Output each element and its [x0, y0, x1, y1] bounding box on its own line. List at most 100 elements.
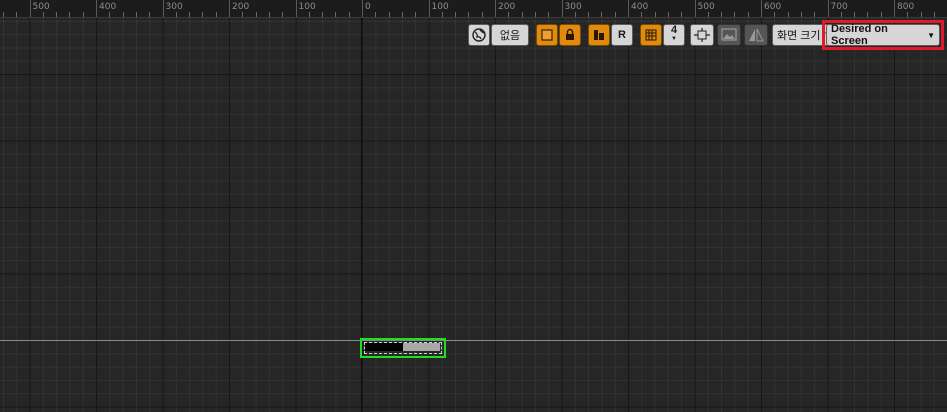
ruler-minor-tick [16, 12, 18, 17]
flip-rtl-button[interactable] [744, 23, 768, 46]
ruler-label: 400 [99, 2, 117, 12]
ruler-minor-tick [854, 12, 856, 17]
ruler-minor-tick [734, 12, 736, 17]
lock-button[interactable] [559, 23, 581, 46]
ruler-major-tick [295, 0, 297, 17]
ruler-minor-tick [242, 12, 244, 17]
horizontal-origin-axis [0, 340, 947, 341]
ruler-minor-tick [255, 12, 257, 17]
ruler-minor-tick [707, 12, 709, 17]
ruler-minor-tick [82, 12, 84, 17]
ruler-minor-tick [787, 12, 789, 17]
respect-locks-button[interactable] [536, 23, 558, 46]
ruler-minor-tick [215, 12, 217, 17]
globe-icon [472, 27, 486, 42]
highlight-frame [822, 20, 944, 50]
culture-none-button[interactable]: 없음 [491, 23, 529, 46]
grid-icon [645, 29, 657, 40]
ruler-minor-tick [588, 12, 590, 17]
ruler-major-tick [162, 0, 164, 17]
ruler-minor-tick [880, 12, 882, 17]
ruler-minor-tick [721, 12, 723, 17]
lock-icon [566, 28, 574, 40]
zoom-to-fit-button[interactable] [690, 23, 714, 46]
ruler-major-tick [362, 0, 363, 17]
ruler-label: 700 [830, 2, 848, 12]
ruler-minor-tick [468, 12, 470, 17]
ruler-label: 300 [165, 2, 183, 12]
fit-arrows-icon [694, 27, 710, 42]
mirror-icon [749, 28, 764, 41]
ruler-minor-tick [455, 12, 457, 17]
ruler-major-tick [694, 0, 696, 17]
ruler-minor-tick [375, 12, 377, 17]
ruler-minor-tick [867, 12, 869, 17]
ruler-minor-tick [401, 12, 403, 17]
ruler-minor-tick [415, 12, 417, 17]
ruler-major-tick [29, 0, 31, 17]
ruler-minor-tick [548, 12, 550, 17]
ruler-major-tick [761, 0, 762, 17]
ruler-minor-tick [335, 12, 337, 17]
ruler-minor-tick [308, 12, 310, 17]
progress-background [403, 343, 440, 351]
screen-size-label: 화면 크기 [777, 29, 821, 42]
image-icon [721, 28, 737, 41]
grid-snap-toggle[interactable] [640, 23, 662, 46]
grid-snap-group: 4 ▼ [640, 23, 685, 46]
ruler-major-tick [827, 0, 829, 17]
ruler-minor-tick [907, 12, 909, 17]
local-transform-button[interactable] [588, 23, 610, 46]
chevron-down-icon: ▼ [671, 35, 677, 42]
ruler-major-tick [628, 0, 629, 17]
ruler-minor-tick [56, 12, 58, 17]
ruler-minor-tick [268, 12, 270, 17]
localization-group: 없음 [468, 23, 529, 46]
ruler-minor-tick [348, 12, 350, 17]
ruler-minor-tick [69, 12, 71, 17]
ruler-label: 100 [431, 2, 449, 12]
design-canvas[interactable] [0, 18, 947, 412]
ruler-label: 200 [232, 2, 250, 12]
ruler-label: 600 [764, 2, 782, 12]
ruler-minor-tick [189, 12, 191, 17]
ruler-minor-tick [149, 12, 151, 17]
localization-button[interactable] [468, 23, 490, 46]
ruler-label: 800 [897, 2, 915, 12]
ruler-minor-tick [2, 12, 4, 17]
ruler-minor-tick [681, 12, 683, 17]
ruler-label: 500 [697, 2, 715, 12]
ruler-minor-tick [814, 12, 816, 17]
box-select-icon [541, 28, 553, 41]
ruler-label: 100 [298, 2, 316, 12]
transform-icon [594, 29, 604, 40]
ruler-minor-tick [933, 12, 935, 17]
ruler-minor-tick [481, 12, 483, 17]
ruler-label: 300 [564, 2, 582, 12]
ruler-label: 200 [498, 2, 516, 12]
ruler-minor-tick [920, 12, 922, 17]
background-image-button[interactable] [717, 23, 741, 46]
grid-snap-value-dropdown[interactable]: 4 ▼ [663, 23, 685, 46]
ruler-minor-tick [122, 12, 124, 17]
ruler-label: 500 [32, 2, 50, 12]
ruler-minor-tick [614, 12, 616, 17]
reset-r-button[interactable]: R [611, 23, 633, 46]
progress-bar-widget[interactable] [360, 338, 446, 358]
ruler-minor-tick [42, 12, 44, 17]
designer-toolbar: 없음 R 4 ▼ 화면 크기 [468, 23, 837, 46]
ruler-minor-tick [175, 12, 177, 17]
ruler-major-tick [561, 0, 563, 17]
ruler-minor-tick [441, 12, 443, 17]
ruler-minor-tick [654, 12, 656, 17]
transform-group: R [588, 23, 633, 46]
ruler-major-tick [96, 0, 97, 17]
ruler-major-tick [894, 0, 895, 17]
ruler-minor-tick [747, 12, 749, 17]
ruler-minor-tick [800, 12, 802, 17]
ruler-minor-tick [282, 12, 284, 17]
ruler-minor-tick [508, 12, 510, 17]
ruler-minor-tick [202, 12, 204, 17]
ruler-minor-tick [667, 12, 669, 17]
ruler-label: 0 [365, 2, 371, 12]
